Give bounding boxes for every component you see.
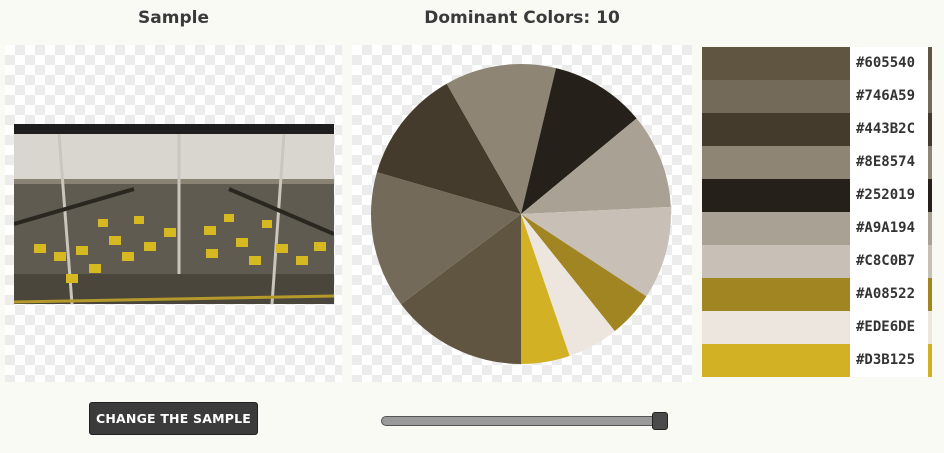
dominant-colors-pie-chart xyxy=(371,64,671,364)
color-swatch-edge xyxy=(928,146,932,179)
color-swatch xyxy=(702,80,850,113)
palette-row: #605540 xyxy=(702,47,932,80)
color-hex-label: #746A59 xyxy=(850,80,928,113)
color-swatch xyxy=(702,113,850,146)
color-hex-label: #A08522 xyxy=(850,278,928,311)
slider-track[interactable] xyxy=(381,416,665,426)
color-swatch-edge xyxy=(928,212,932,245)
sample-photo xyxy=(14,124,334,304)
palette-row: #443B2C xyxy=(702,113,932,146)
dominant-colors-heading: Dominant Colors: 10 xyxy=(424,8,620,28)
color-hex-label: #8E8574 xyxy=(850,146,928,179)
color-swatch xyxy=(702,47,850,80)
pie-chart-panel xyxy=(352,45,692,382)
color-hex-label: #252019 xyxy=(850,179,928,212)
color-swatch xyxy=(702,278,850,311)
color-hex-label: #EDE6DE xyxy=(850,311,928,344)
color-swatch-edge xyxy=(928,344,932,377)
color-swatch-edge xyxy=(928,113,932,146)
color-swatch xyxy=(702,146,850,179)
color-hex-label: #A9A194 xyxy=(850,212,928,245)
color-hex-label: #C8C0B7 xyxy=(850,245,928,278)
color-swatch-edge xyxy=(928,80,932,113)
color-swatch xyxy=(702,311,850,344)
color-swatch-edge xyxy=(928,47,932,80)
palette-row: #C8C0B7 xyxy=(702,245,932,278)
color-palette-list: #605540 #746A59 #443B2C #8E8574 #252019 #A9A1… xyxy=(702,47,932,377)
color-hex-label: #605540 xyxy=(850,47,928,80)
palette-row: #252019 xyxy=(702,179,932,212)
color-swatch-edge xyxy=(928,179,932,212)
palette-row: #A08522 xyxy=(702,278,932,311)
color-swatch xyxy=(702,245,850,278)
palette-row: #D3B125 xyxy=(702,344,932,377)
palette-row: #8E8574 xyxy=(702,146,932,179)
color-swatch-edge xyxy=(928,245,932,278)
color-hex-label: #443B2C xyxy=(850,113,928,146)
palette-row: #A9A194 xyxy=(702,212,932,245)
color-swatch-edge xyxy=(928,278,932,311)
palette-row: #746A59 xyxy=(702,80,932,113)
sample-image-panel xyxy=(5,45,342,382)
color-count-slider[interactable] xyxy=(381,412,671,430)
palette-row: #EDE6DE xyxy=(702,311,932,344)
slider-thumb[interactable] xyxy=(652,412,668,430)
color-swatch-edge xyxy=(928,311,932,344)
change-sample-button[interactable]: CHANGE THE SAMPLE xyxy=(89,402,258,435)
color-swatch xyxy=(702,344,850,377)
color-hex-label: #D3B125 xyxy=(850,344,928,377)
color-swatch xyxy=(702,179,850,212)
sample-heading: Sample xyxy=(138,8,209,28)
color-swatch xyxy=(702,212,850,245)
